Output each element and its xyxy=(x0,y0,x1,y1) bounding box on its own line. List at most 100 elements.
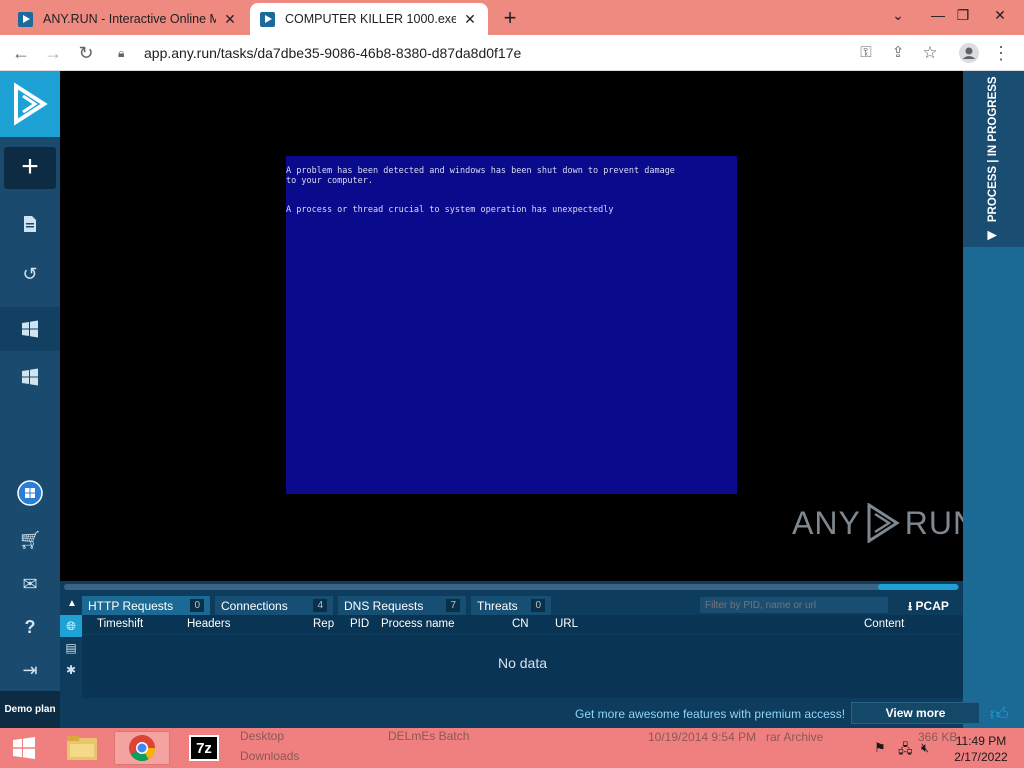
download-icon: ⭳ xyxy=(908,599,913,613)
anyrun-watermark: ANY RUN xyxy=(792,503,977,543)
collapse-arrow-icon[interactable]: ▲ xyxy=(64,598,80,609)
address-bar[interactable]: 🔒︎ app.any.run/tasks/da7dbe35-9086-46b8-… xyxy=(108,39,950,67)
document-icon[interactable] xyxy=(0,202,60,246)
volume-muted-icon[interactable]: 🔇︎ xyxy=(921,740,929,756)
tab-threats[interactable]: Threats 0 xyxy=(471,596,551,615)
right-status-panel: ▶ PROCESS | IN PROGRESS xyxy=(963,71,1024,728)
premium-text: Get more awesome features with premium a… xyxy=(575,707,846,721)
bsod-screen: A problem has been detected and windows … xyxy=(286,156,737,494)
taskbar-clock[interactable]: 11:49 PM 2/17/2022 xyxy=(944,733,1018,765)
table-side-icons: 🌐︎ ▤ ✱ xyxy=(60,615,82,698)
bug-icon[interactable]: ✱ xyxy=(60,659,82,681)
reload-icon[interactable]: ↻ xyxy=(73,40,99,66)
windows-task-icon[interactable] xyxy=(0,307,60,351)
view-more-button[interactable]: View more xyxy=(851,702,980,724)
tab-label: Threats xyxy=(477,598,518,613)
count-badge: 0 xyxy=(531,599,545,612)
column-header: URL xyxy=(555,618,579,630)
clock-date: 2/17/2022 xyxy=(954,750,1008,764)
faded-downloads: Downloads xyxy=(240,749,300,763)
file-icon[interactable]: ▤ xyxy=(60,637,82,659)
watermark-left: ANY xyxy=(792,504,861,541)
faded-file-name: DELmEs Batch xyxy=(388,729,470,743)
action-center-flag-icon[interactable]: ⚑ xyxy=(874,740,886,756)
anyrun-app: + ↺ 🛒︎ ✉ ? ⇥ Demo plan A problem has bee… xyxy=(0,71,1024,728)
column-header: PID xyxy=(350,618,370,630)
chrome-icon[interactable] xyxy=(114,731,170,765)
anyrun-favicon-icon xyxy=(18,11,33,27)
timeline-segment xyxy=(878,584,958,590)
key-icon[interactable]: ⚿ xyxy=(853,40,879,66)
status-label: PROCESS | IN PROGRESS xyxy=(987,76,999,223)
mail-icon[interactable]: ✉ xyxy=(0,562,60,606)
start-button[interactable] xyxy=(0,728,48,768)
profile-icon[interactable] xyxy=(956,40,982,66)
tab-label: HTTP Requests xyxy=(88,598,174,613)
anyrun-logo-icon[interactable] xyxy=(0,71,60,137)
thumbs-up-icon[interactable]: 👍︎ xyxy=(990,703,1009,725)
vm-screen[interactable]: A problem has been detected and windows … xyxy=(60,71,976,581)
column-header: Headers xyxy=(187,618,231,630)
count-badge: 7 xyxy=(446,599,460,612)
filter-input[interactable] xyxy=(700,597,888,613)
help-icon[interactable]: ? xyxy=(0,605,60,649)
tab-computer-killer[interactable]: COMPUTER KILLER 1000.exe (MD5 ✕ xyxy=(250,3,488,35)
windows-taskbar: 7z Desktop Downloads DELmEs Batch 10/19/… xyxy=(0,728,1024,768)
tab-title: COMPUTER KILLER 1000.exe (MD5 xyxy=(285,12,456,26)
faded-file-type: rar Archive xyxy=(766,730,824,744)
windows-start-icon xyxy=(13,737,35,759)
faded-file-date: 10/19/2014 9:54 PM xyxy=(648,730,757,744)
tab-dns-requests[interactable]: DNS Requests 7 xyxy=(338,596,466,615)
new-tab-icon[interactable]: + xyxy=(498,5,522,31)
demo-plan-label[interactable]: Demo plan xyxy=(0,691,60,728)
globe-icon[interactable]: 🌐︎ xyxy=(60,615,82,637)
empty-table-message: No data xyxy=(497,655,548,671)
column-header: CN xyxy=(512,618,529,630)
tab-http-requests[interactable]: HTTP Requests 0 xyxy=(82,596,210,615)
tab-connections[interactable]: Connections 4 xyxy=(215,596,333,615)
count-badge: 0 xyxy=(190,599,204,612)
file-explorer-icon[interactable] xyxy=(54,731,110,765)
star-icon[interactable]: ☆ xyxy=(917,40,943,66)
tab-label: Connections xyxy=(221,598,288,613)
clock-time: 11:49 PM xyxy=(955,734,1007,748)
close-window-icon[interactable]: ✕ xyxy=(977,0,1023,30)
tab-anyrun[interactable]: ANY.RUN - Interactive Online Ma ✕ xyxy=(8,3,248,35)
forward-arrow-icon[interactable]: → xyxy=(40,40,66,66)
windows-task-icon[interactable] xyxy=(0,355,60,399)
lock-icon: 🔒︎ xyxy=(118,45,125,60)
cart-icon[interactable]: 🛒︎ xyxy=(0,518,60,562)
windows11-icon[interactable] xyxy=(0,471,60,515)
network-icon[interactable]: 🖧︎ xyxy=(898,740,913,762)
faded-desktop: Desktop xyxy=(240,729,285,743)
play-triangle-icon: ▶ xyxy=(987,229,997,242)
column-header: Process name xyxy=(381,618,455,630)
close-tab-icon[interactable]: ✕ xyxy=(462,11,478,28)
menu-dots-icon[interactable]: ⋮ xyxy=(988,40,1014,66)
share-icon[interactable]: ⇪ xyxy=(885,40,911,66)
network-tabs: ▲ HTTP Requests 0 Connections 4 DNS Requ… xyxy=(60,595,963,615)
7zip-icon[interactable]: 7z xyxy=(176,731,232,765)
process-status-text: ▶ PROCESS | IN PROGRESS xyxy=(985,76,999,242)
timeline-track xyxy=(64,584,959,590)
process-timeline[interactable] xyxy=(60,581,963,595)
tab-label: DNS Requests xyxy=(344,598,424,613)
watermark-play-icon xyxy=(867,503,900,543)
bsod-line-1: A problem has been detected and windows … xyxy=(286,166,675,186)
url-text: app.any.run/tasks/da7dbe35-9086-46b8-838… xyxy=(144,45,522,61)
logout-icon[interactable]: ⇥ xyxy=(0,648,60,692)
new-task-button[interactable]: + xyxy=(4,147,56,189)
column-header: Timeshift xyxy=(97,618,144,630)
history-icon[interactable]: ↺ xyxy=(0,252,60,296)
back-arrow-icon[interactable]: ← xyxy=(8,40,34,66)
close-tab-icon[interactable]: ✕ xyxy=(222,11,238,28)
browser-toolbar: ← → ↻ 🔒︎ app.any.run/tasks/da7dbe35-9086… xyxy=(0,35,1024,71)
premium-banner: Get more awesome features with premium a… xyxy=(60,698,980,728)
bsod-line-2: A process or thread crucial to system op… xyxy=(286,205,614,215)
pcap-label: PCAP xyxy=(915,599,949,613)
left-sidebar: + ↺ 🛒︎ ✉ ? ⇥ Demo plan xyxy=(0,71,60,728)
anyrun-favicon-icon xyxy=(260,11,275,27)
table-header: Timeshift Headers Rep PID Process name C… xyxy=(82,615,963,635)
tab-strip: ANY.RUN - Interactive Online Ma ✕ COMPUT… xyxy=(0,0,1024,35)
column-header: Rep xyxy=(313,618,335,630)
